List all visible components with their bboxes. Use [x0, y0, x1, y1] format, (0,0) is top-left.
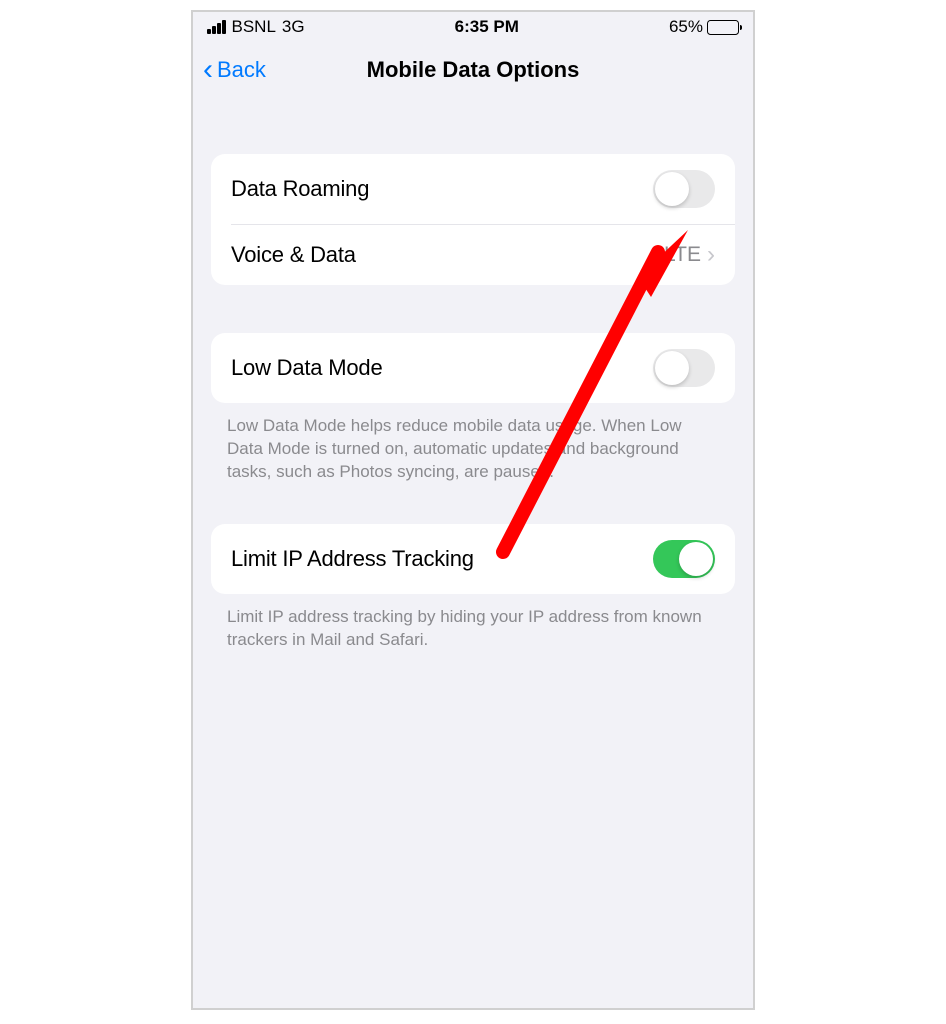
- group-data: Data Roaming Voice & Data LTE ›: [211, 154, 735, 285]
- status-right: 65%: [669, 17, 739, 37]
- toggle-data-roaming[interactable]: [653, 170, 715, 208]
- chevron-right-icon: ›: [707, 241, 715, 269]
- row-data-roaming[interactable]: Data Roaming: [211, 154, 735, 224]
- row-voice-data[interactable]: Voice & Data LTE ›: [211, 225, 735, 285]
- spacer: [193, 285, 753, 333]
- row-value-voice-data: LTE ›: [664, 241, 715, 269]
- signal-icon: [207, 20, 226, 34]
- row-low-data-mode[interactable]: Low Data Mode: [211, 333, 735, 403]
- nav-bar: ‹ Back Mobile Data Options: [193, 42, 753, 98]
- row-label: Low Data Mode: [231, 355, 383, 381]
- carrier-label: BSNL: [232, 17, 276, 37]
- group-limit-ip: Limit IP Address Tracking: [211, 524, 735, 594]
- group-low-data: Low Data Mode: [211, 333, 735, 403]
- toggle-low-data-mode[interactable]: [653, 349, 715, 387]
- battery-icon: [707, 20, 739, 35]
- chevron-left-icon: ‹: [203, 55, 213, 85]
- page-title: Mobile Data Options: [193, 57, 753, 83]
- row-label: Limit IP Address Tracking: [231, 546, 474, 572]
- clock-label: 6:35 PM: [455, 17, 519, 37]
- battery-percent-label: 65%: [669, 17, 703, 37]
- phone-frame: BSNL 3G 6:35 PM 65% ‹ Back Mobile Data O…: [191, 10, 755, 1010]
- row-limit-ip[interactable]: Limit IP Address Tracking: [211, 524, 735, 594]
- footer-limit-ip: Limit IP address tracking by hiding your…: [193, 594, 753, 652]
- row-label: Voice & Data: [231, 242, 356, 268]
- row-label: Data Roaming: [231, 176, 369, 202]
- footer-low-data: Low Data Mode helps reduce mobile data u…: [193, 403, 753, 484]
- back-button[interactable]: ‹ Back: [203, 55, 266, 85]
- status-bar: BSNL 3G 6:35 PM 65%: [193, 12, 753, 42]
- status-left: BSNL 3G: [207, 17, 305, 37]
- toggle-limit-ip[interactable]: [653, 540, 715, 578]
- network-label: 3G: [282, 17, 305, 37]
- voice-data-value: LTE: [664, 243, 701, 267]
- spacer: [193, 484, 753, 524]
- settings-content: Data Roaming Voice & Data LTE › Low Data…: [193, 154, 753, 652]
- back-label: Back: [217, 57, 266, 83]
